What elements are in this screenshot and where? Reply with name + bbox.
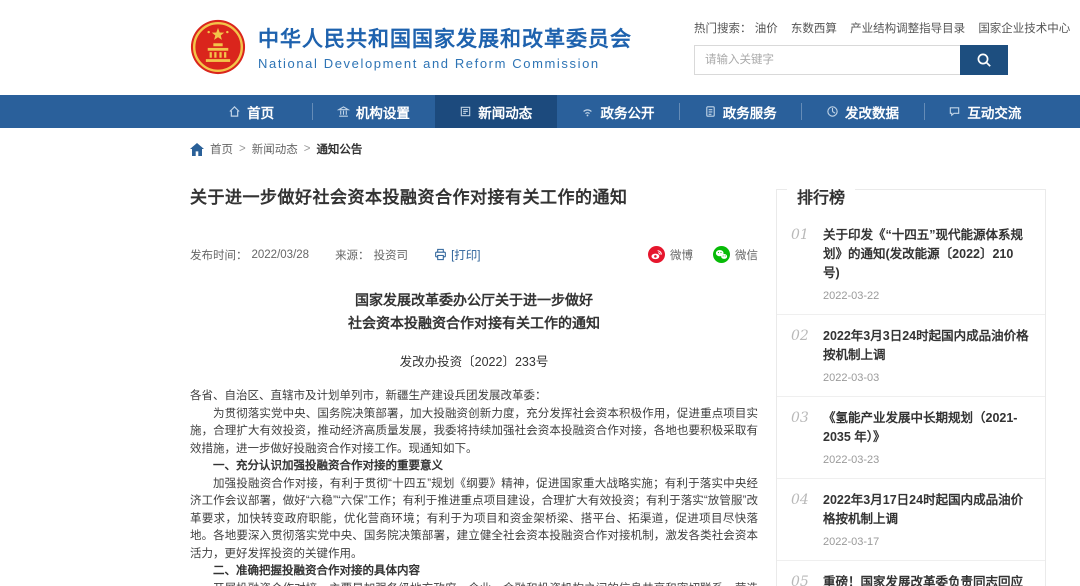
chat-icon: [948, 105, 961, 118]
hot-search-term[interactable]: 东数西算: [791, 23, 837, 35]
share-wechat-button[interactable]: 微信: [713, 246, 758, 263]
institution-icon: [337, 105, 350, 118]
hot-search-term[interactable]: 国家企业技术中心: [978, 23, 1070, 35]
nav-item-互动交流[interactable]: 互动交流: [924, 95, 1046, 128]
nav-item-首页[interactable]: 首页: [190, 95, 312, 128]
news-icon: [459, 105, 472, 118]
rank-item-title[interactable]: 重磅！国家发展改革委负责同志回应经济社会热点问题: [823, 575, 1023, 586]
ranking-panel: 排行榜 01 关于印发《“十四五”现代能源体系规划》的通知(发改能源〔2022〕…: [776, 189, 1046, 586]
ranking-list-item[interactable]: 04 2022年3月17日24时起国内成品油价格按机制上调 2022-03-17: [777, 478, 1045, 560]
data-chart-icon: [826, 105, 839, 118]
nav-item-label: 新闻动态: [478, 102, 532, 122]
home-icon: [190, 143, 204, 156]
ranking-list-item[interactable]: 05 重磅！国家发展改革委负责同志回应经济社会热点问题 2022-03-07: [777, 560, 1045, 586]
article-title: 关于进一步做好社会资本投融资合作对接有关工作的通知: [190, 183, 758, 208]
rank-number: 01: [791, 226, 813, 302]
breadcrumb-separator: >: [239, 143, 246, 155]
ranking-list-item[interactable]: 02 2022年3月3日24时起国内成品油价格按机制上调 2022-03-03: [777, 314, 1045, 396]
publish-time: 发布时间：2022/03/28: [190, 247, 309, 263]
site-header: 中华人民共和国国家发展和改革委员会 National Development a…: [0, 0, 1080, 95]
service-doc-icon: [704, 105, 717, 118]
hot-search-term[interactable]: 产业结构调整指导目录: [850, 23, 965, 35]
breadcrumb-item[interactable]: 新闻动态: [252, 141, 298, 157]
rank-number: 04: [791, 491, 813, 548]
nav-item-label: 互动交流: [967, 102, 1021, 122]
rank-item-title[interactable]: 2022年3月3日24时起国内成品油价格按机制上调: [823, 329, 1029, 362]
rank-number: 05: [791, 573, 813, 586]
ranking-list-item[interactable]: 03 《氢能产业发展中长期规划（2021-2035 年）》 2022-03-23: [777, 396, 1045, 478]
national-emblem-icon: [190, 19, 246, 75]
article-meta: 发布时间：2022/03/28 来源：投资司 [打印]: [190, 246, 758, 263]
wechat-icon: [713, 246, 730, 263]
document-number: 发改办投资〔2022〕233号: [190, 351, 758, 370]
nav-item-label: 发改数据: [845, 102, 899, 122]
hot-search-term[interactable]: 油价: [755, 23, 778, 35]
document-title: 国家发展改革委办公厅关于进一步做好 社会资本投融资合作对接有关工作的通知: [190, 289, 758, 335]
source-value: 投资司: [374, 247, 409, 263]
article-paragraph: 为贯彻落实党中央、国务院决策部署，加大投融资创新力度，充分发挥社会资本积极作用，…: [190, 406, 758, 459]
site-name-zh: 中华人民共和国国家发展和改革委员会: [258, 23, 632, 53]
rank-item-title[interactable]: 2022年3月17日24时起国内成品油价格按机制上调: [823, 493, 1023, 526]
share-weibo-button[interactable]: 微博: [648, 246, 693, 263]
breadcrumb-item[interactable]: 首页: [210, 141, 233, 157]
rank-item-date: 2022-03-22: [823, 290, 1029, 302]
ranking-list-item[interactable]: 01 关于印发《“十四五”现代能源体系规划》的通知(发改能源〔2022〕210号…: [777, 214, 1045, 314]
article-paragraph: 各省、自治区、直辖市及计划单列市，新疆生产建设兵团发展改革委：: [190, 388, 758, 406]
nav-item-政务公开[interactable]: 政务公开: [557, 95, 679, 128]
article-paragraph: 二、准确把握投融资合作对接的具体内容: [190, 563, 758, 581]
rank-number: 02: [791, 327, 813, 384]
hot-search-label: 热门搜索：: [694, 23, 752, 35]
rank-item-date: 2022-03-23: [823, 454, 1029, 466]
print-button[interactable]: [打印]: [434, 247, 480, 263]
ranking-title: 排行榜: [787, 184, 855, 208]
rank-item-date: 2022-03-03: [823, 372, 1029, 384]
rank-number: 03: [791, 409, 813, 466]
broadcast-icon: [581, 105, 594, 118]
article-paragraph: 加强投融资合作对接，有利于贯彻“十四五”规划《纲要》精神，促进国家重大战略实施；…: [190, 476, 758, 564]
article-paragraph: 开展投融资合作对接，主要是加强各级地方政府、企业、金融和投资机构之间的信息共享和…: [190, 581, 758, 586]
hot-search-row: 热门搜索： 油价 东数西算 产业结构调整指导目录 国家企业技术中心 光伏: [694, 20, 1046, 36]
rank-item-date: 2022-03-17: [823, 536, 1029, 548]
site-logo[interactable]: 中华人民共和国国家发展和改革委员会 National Development a…: [190, 18, 632, 75]
nav-item-机构设置[interactable]: 机构设置: [312, 95, 434, 128]
article-paragraph: 一、充分认识加强投融资合作对接的重要意义: [190, 458, 758, 476]
search-button[interactable]: [960, 45, 1008, 75]
site-name-en: National Development and Reform Commissi…: [258, 56, 632, 71]
nav-item-label: 首页: [247, 102, 274, 122]
nav-item-新闻动态[interactable]: 新闻动态: [435, 95, 557, 128]
nav-item-政务服务[interactable]: 政务服务: [679, 95, 801, 128]
nav-item-发改数据[interactable]: 发改数据: [801, 95, 923, 128]
rank-item-title[interactable]: 关于印发《“十四五”现代能源体系规划》的通知(发改能源〔2022〕210号): [823, 228, 1023, 280]
article: 关于进一步做好社会资本投融资合作对接有关工作的通知 发布时间：2022/03/2…: [190, 167, 758, 586]
main-nav: 首页 机构设置 新闻动态 政务公开 政务服务 发改数据 互动交流: [0, 95, 1080, 128]
home-icon: [228, 105, 241, 118]
breadcrumb-separator: >: [304, 143, 311, 155]
nav-item-label: 机构设置: [356, 102, 410, 122]
search-icon: [976, 52, 992, 68]
nav-item-label: 政务公开: [600, 102, 654, 122]
article-body: 各省、自治区、直辖市及计划单列市，新疆生产建设兵团发展改革委： 为贯彻落实党中央…: [190, 388, 758, 586]
weibo-icon: [648, 246, 665, 263]
search-input[interactable]: [694, 45, 960, 75]
breadcrumb-item[interactable]: 通知公告: [316, 141, 362, 157]
printer-icon: [434, 248, 447, 261]
article-source: 来源：投资司: [335, 247, 408, 263]
rank-item-title[interactable]: 《氢能产业发展中长期规划（2021-2035 年）》: [823, 411, 1017, 444]
breadcrumb: 首页 > 新闻动态 > 通知公告: [190, 128, 1046, 167]
publish-date: 2022/03/28: [252, 249, 310, 261]
nav-item-label: 政务服务: [723, 102, 777, 122]
